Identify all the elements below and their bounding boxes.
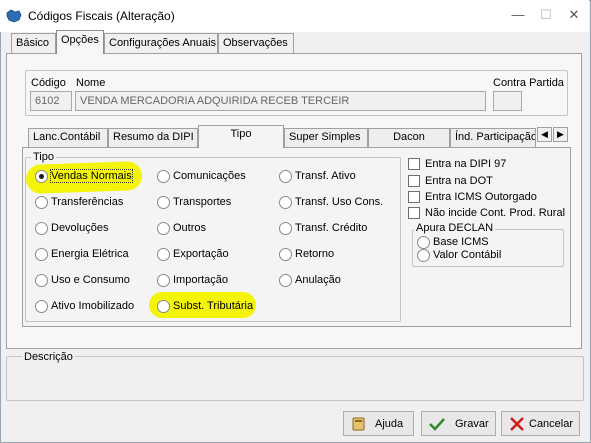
checkmark-icon <box>429 418 445 431</box>
radio-label: Ativo Imobilizado <box>51 300 135 312</box>
radio-label: Transferências <box>51 196 124 208</box>
checkbox-box <box>408 207 420 219</box>
app-map-icon <box>6 9 22 23</box>
close-button[interactable]: ✕ <box>561 4 587 28</box>
ajuda-button[interactable]: Ajuda <box>343 411 414 436</box>
radio-label: Uso e Consumo <box>51 274 130 286</box>
radio-label: Subst. Tributária <box>173 300 254 312</box>
radio-dot <box>279 248 292 261</box>
radio-dot <box>279 274 292 287</box>
radio-dot <box>157 196 170 209</box>
radio-label: Anulação <box>295 274 341 286</box>
radio-label: Transf. Uso Cons. <box>295 196 384 208</box>
checkbox-box <box>408 191 420 203</box>
checkbox-label: Entra na DIPI 97 <box>425 158 507 170</box>
radio-dot <box>35 170 48 183</box>
minimize-button[interactable]: — <box>505 4 531 28</box>
tab-observacoes[interactable]: Observações <box>218 33 294 53</box>
radio-label: Transf. Crédito <box>295 222 368 234</box>
contra-partida-field[interactable] <box>493 91 522 111</box>
checkbox-box <box>408 175 420 187</box>
radio-label: Base ICMS <box>433 236 489 248</box>
nome-field[interactable]: VENDA MERCADORIA ADQUIRIDA RECEB TERCEIR <box>75 91 486 111</box>
help-book-icon <box>352 417 365 431</box>
radio-dot <box>157 274 170 287</box>
nome-label: Nome <box>76 77 106 89</box>
radio-dot <box>157 248 170 261</box>
radio-dot <box>417 236 430 249</box>
radio-label: Valor Contábil <box>433 249 502 261</box>
apura-declan-group <box>412 229 564 267</box>
radio-dot <box>35 222 48 235</box>
tipo-group-label: Tipo <box>31 151 56 163</box>
radio-label: Energia Elétrica <box>51 248 129 260</box>
radio-label: Retorno <box>295 248 335 260</box>
apura-declan-label: Apura DECLAN <box>414 222 496 234</box>
radio-label: Exportação <box>173 248 229 260</box>
checkbox-box <box>408 158 420 170</box>
subtab-ind-participacao[interactable]: Índ. Participação <box>450 128 536 147</box>
radio-dot <box>35 248 48 261</box>
radio-dot <box>157 170 170 183</box>
radio-dot <box>35 274 48 287</box>
codigo-label: Código <box>31 77 66 89</box>
cancelar-button[interactable]: Cancelar <box>501 411 580 436</box>
subtab-dacon[interactable]: Dacon <box>368 128 450 147</box>
window-title: Códigos Fiscais (Alteração) <box>28 9 175 23</box>
subtab-scroll-left-icon[interactable]: ◀ <box>537 127 552 142</box>
tab-opcoes[interactable]: Opções <box>56 30 104 54</box>
radio-dot <box>35 196 48 209</box>
radio-dot <box>35 300 48 313</box>
radio-label: Vendas Normais <box>50 169 133 183</box>
subtab-tipo[interactable]: Tipo <box>198 125 284 148</box>
codigo-field[interactable]: 6102 <box>30 91 72 111</box>
gravar-button[interactable]: Gravar <box>421 411 496 436</box>
radio-dot <box>279 222 292 235</box>
maximize-button[interactable]: ☐ <box>533 4 559 28</box>
subtab-scroll-right-icon[interactable]: ▶ <box>553 127 568 142</box>
radio-dot <box>157 222 170 235</box>
subtab-lanc-contabil[interactable]: Lanc.Contábil <box>28 128 108 147</box>
contra-partida-label: Contra Partida <box>493 77 564 89</box>
radio-label: Outros <box>173 222 207 234</box>
radio-label: Transf. Ativo <box>295 170 356 182</box>
checkbox-label: Entra na DOT <box>425 175 493 187</box>
radio-label: Transportes <box>173 196 232 208</box>
radio-label: Importação <box>173 274 229 286</box>
radio-dot <box>417 249 430 262</box>
close-x-icon <box>510 417 524 431</box>
radio-label: Comunicações <box>173 170 246 182</box>
radio-label: Devoluções <box>51 222 109 234</box>
radio-dot <box>157 300 170 313</box>
title-bar: Códigos Fiscais (Alteração) — ☐ ✕ <box>0 0 589 32</box>
subtab-super-simples[interactable]: Super Simples <box>284 128 368 147</box>
tab-configuracoes-anuais[interactable]: Configurações Anuais <box>104 33 218 53</box>
descricao-label: Descrição <box>22 351 75 363</box>
tab-basico[interactable]: Básico <box>11 33 56 53</box>
descricao-field[interactable] <box>12 364 578 397</box>
radio-dot <box>279 196 292 209</box>
checkbox-label: Entra ICMS Outorgado <box>425 191 537 203</box>
radio-dot <box>279 170 292 183</box>
checkbox-label: Não incide Cont. Prod. Rural <box>425 207 566 219</box>
subtab-resumo-dipi[interactable]: Resumo da DIPI <box>108 128 198 147</box>
